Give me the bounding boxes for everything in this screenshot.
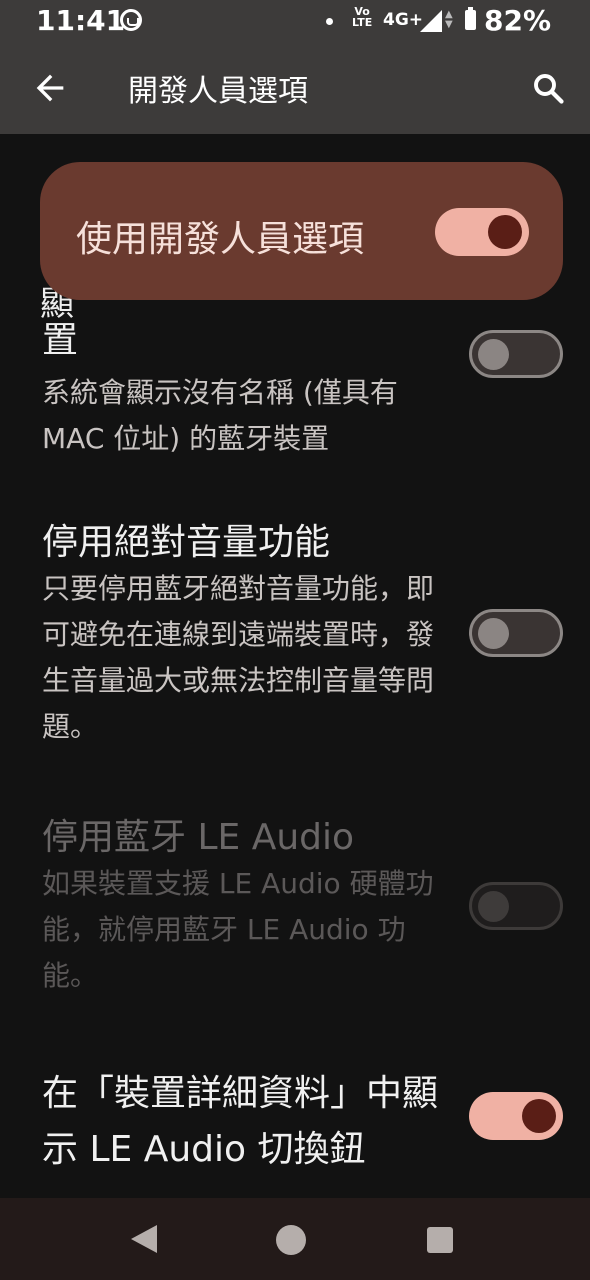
arrow-left-icon[interactable] <box>30 68 70 108</box>
use-developer-options-switch[interactable] <box>435 208 529 256</box>
setting-title: 置 <box>42 320 79 361</box>
setting-title: 在「裝置詳細資料」中顯示 LE Audio 切換鈕 <box>42 1073 439 1170</box>
setting-summary: 只要停用藍牙絕對音量功能，即可避免在連線到遠端裝置時，發生音量過大或無法控制音量… <box>42 572 435 743</box>
navigation-bar <box>0 1198 590 1280</box>
switch-knob <box>478 891 509 922</box>
setting-show-unnamed-bluetooth-devices[interactable]: 置 系統會顯示沒有名稱 (僅具有 MAC 位址) 的藍牙裝置 <box>42 318 442 462</box>
setting-disable-le-audio: 停用藍牙 LE Audio 如果裝置支援 LE Audio 硬體功能，就停用藍牙… <box>42 815 442 999</box>
disable-le-audio-switch <box>469 882 563 930</box>
use-developer-options-label: 使用開發人員選項 <box>76 219 365 260</box>
setting-show-le-audio-toggle[interactable]: 在「裝置詳細資料」中顯示 LE Audio 切換鈕 <box>42 1066 442 1178</box>
switch-knob <box>488 215 522 249</box>
battery-icon <box>465 7 476 30</box>
show-unnamed-bluetooth-switch[interactable] <box>469 330 563 378</box>
switch-knob <box>478 618 509 649</box>
switch-knob <box>478 339 509 370</box>
nav-home-icon[interactable] <box>276 1225 306 1255</box>
switch-knob <box>522 1099 556 1133</box>
nav-back-icon[interactable] <box>131 1225 157 1253</box>
setting-summary: 系統會顯示沒有名稱 (僅具有 MAC 位址) 的藍牙裝置 <box>42 376 398 455</box>
status-bar: 11:41 Vo LTE 4G+ ▲ ▼ 82% <box>0 0 590 48</box>
use-developer-options-card[interactable]: 使用開發人員選項 <box>40 162 563 300</box>
nav-recents-icon[interactable] <box>427 1227 453 1253</box>
data-activity-icon: ▲ ▼ <box>445 9 453 30</box>
status-time: 11:41 <box>36 4 126 37</box>
signal-icon <box>420 10 442 32</box>
headphones-icon <box>120 9 142 31</box>
notification-dot-icon <box>326 18 333 25</box>
setting-title: 停用絕對音量功能 <box>42 522 331 563</box>
setting-summary: 如果裝置支援 LE Audio 硬體功能，就停用藍牙 LE Audio 功能。 <box>42 867 434 992</box>
network-type: 4G+ <box>383 10 424 30</box>
app-bar: 開發人員選項 <box>0 48 590 134</box>
show-le-audio-toggle-switch[interactable] <box>469 1092 563 1140</box>
disable-absolute-volume-switch[interactable] <box>469 609 563 657</box>
search-icon[interactable] <box>530 70 566 106</box>
volte-icon: Vo LTE <box>352 5 373 29</box>
page-title: 開發人員選項 <box>128 74 308 109</box>
setting-disable-absolute-volume[interactable]: 停用絕對音量功能 只要停用藍牙絕對音量功能，即可避免在連線到遠端裝置時，發生音量… <box>42 520 442 750</box>
setting-title: 停用藍牙 LE Audio <box>42 817 355 858</box>
battery-percent: 82% <box>484 4 552 37</box>
